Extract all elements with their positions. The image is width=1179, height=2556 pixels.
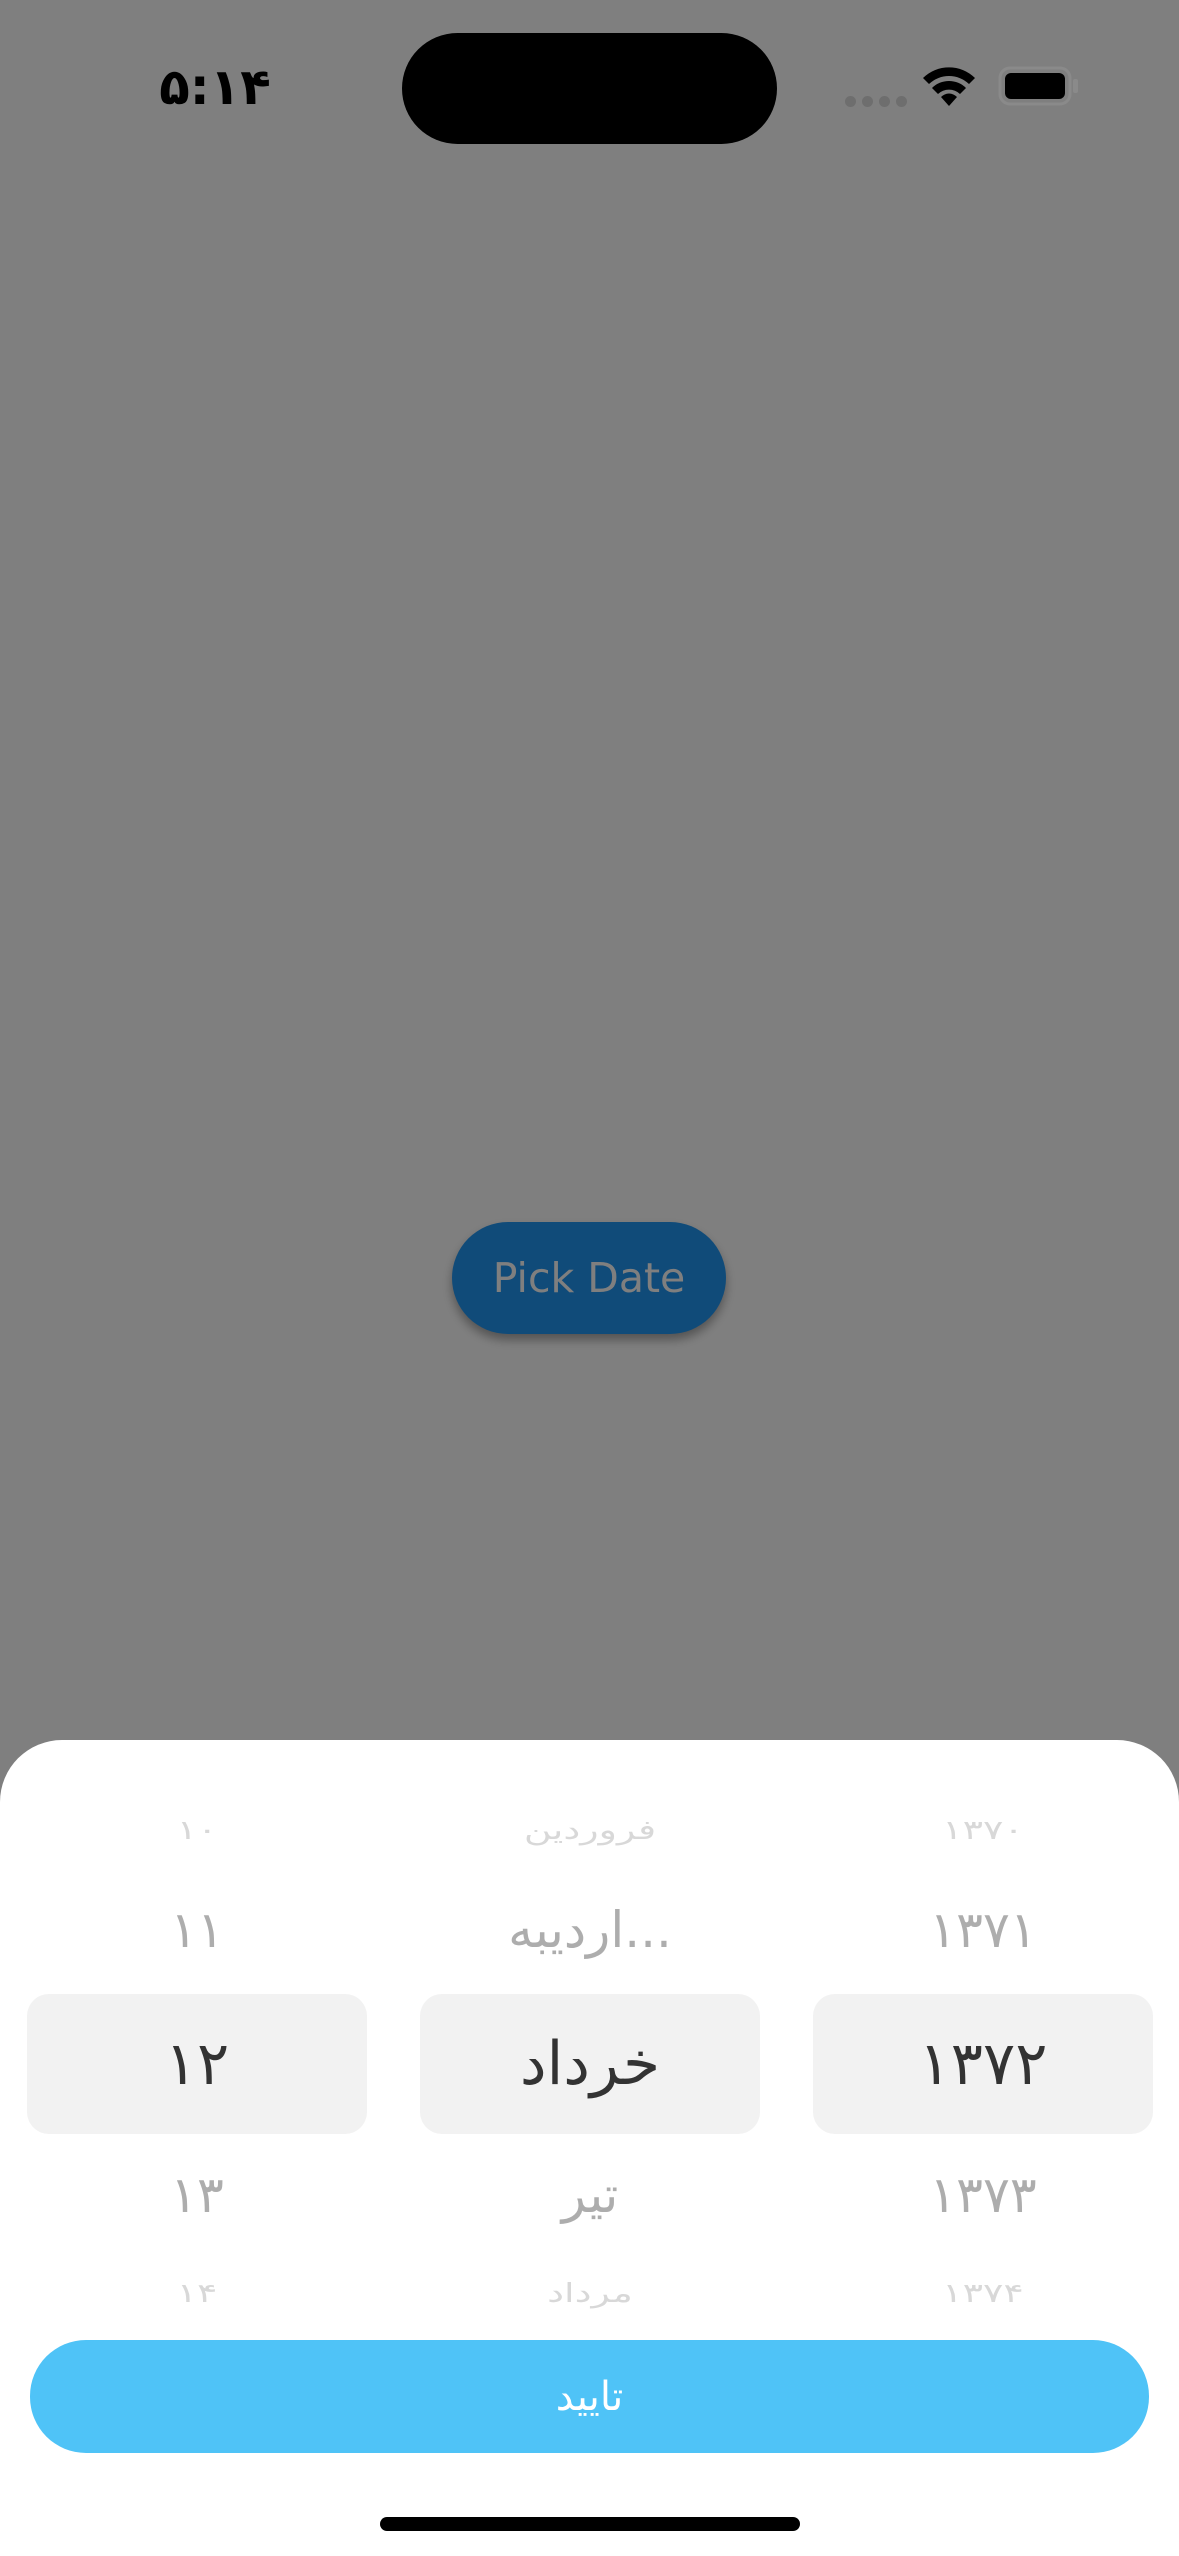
cellular-signal-icon	[845, 94, 907, 108]
dynamic-island	[402, 33, 777, 144]
day-option[interactable]: ۱۴	[27, 2276, 367, 2311]
day-wheel[interactable]: ۱۰ ۱۱ ۱۲ ۱۳ ۱۴	[27, 1740, 367, 2340]
year-option[interactable]: ۱۳۷۱	[813, 1895, 1153, 1965]
month-option[interactable]: مرداد	[420, 2276, 760, 2311]
month-wheel[interactable]: فروردین اردیبه... خرداد تیر مرداد	[420, 1740, 760, 2340]
battery-icon	[998, 66, 1078, 106]
year-option[interactable]: ۱۳۷۳	[813, 2160, 1153, 2230]
year-wheel[interactable]: ۱۳۷۰ ۱۳۷۱ ۱۳۷۲ ۱۳۷۳ ۱۳۷۴	[813, 1740, 1153, 2340]
year-option-selected[interactable]: ۱۳۷۲	[813, 1994, 1153, 2134]
day-option[interactable]: ۱۰	[27, 1813, 367, 1848]
year-option[interactable]: ۱۳۷۰	[813, 1813, 1153, 1848]
date-picker-sheet: ۱۰ ۱۱ ۱۲ ۱۳ ۱۴ فروردین اردیبه... خرداد ت…	[0, 1740, 1179, 2556]
wifi-icon	[923, 67, 975, 106]
month-option-selected[interactable]: خرداد	[420, 1994, 760, 2134]
day-option[interactable]: ۱۳	[27, 2160, 367, 2230]
year-option[interactable]: ۱۳۷۴	[813, 2276, 1153, 2311]
day-option[interactable]: ۱۱	[27, 1895, 367, 1965]
month-option[interactable]: فروردین	[420, 1813, 760, 1848]
confirm-button[interactable]: تایید	[30, 2340, 1149, 2453]
screen: Pick Date ۵:۱۴ ۱۰ ۱۱ ۱۲ ۱۳ ۱۴ فروردین ار…	[0, 0, 1179, 2556]
day-option-selected[interactable]: ۱۲	[27, 1994, 367, 2134]
status-time: ۵:۱۴	[159, 58, 271, 116]
home-indicator[interactable]	[380, 2517, 800, 2531]
month-option[interactable]: اردیبه...	[420, 1895, 760, 1965]
month-option[interactable]: تیر	[420, 2160, 760, 2230]
